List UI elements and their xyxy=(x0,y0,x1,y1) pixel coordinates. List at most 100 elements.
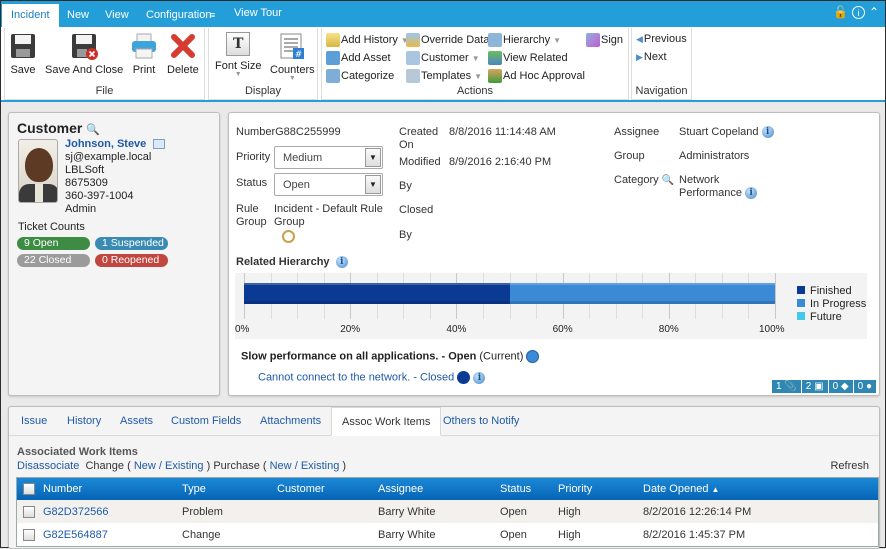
assignee-label: Assignee xyxy=(614,126,660,138)
search-icon[interactable]: 🔍 xyxy=(86,124,100,136)
next-arrow-icon: ▶ xyxy=(636,51,643,62)
menu-expand-icon[interactable]: ≡ xyxy=(208,4,217,27)
change-existing-link[interactable]: Existing xyxy=(165,460,204,472)
modified-label: Modified xyxy=(399,156,441,168)
tab-others-to-notify[interactable]: Others to Notify xyxy=(433,407,529,436)
category-link[interactable]: Category 🔍 xyxy=(614,174,674,187)
row-checkbox[interactable] xyxy=(23,528,35,541)
column-status[interactable]: Status xyxy=(500,483,558,495)
briefcase-icon: ▣ xyxy=(814,381,824,392)
purchase-new-link[interactable]: New xyxy=(270,460,292,472)
templates-button[interactable]: Templates ▼ xyxy=(406,69,482,83)
reopened-count-badge[interactable]: 0 Reopened xyxy=(95,254,168,267)
customer-button[interactable]: Customer ▼ xyxy=(406,51,480,65)
chart-gridline xyxy=(775,273,776,319)
rule-group-label: Rule Group xyxy=(236,203,267,228)
in-progress-status-dot xyxy=(526,350,540,363)
category-info-icon[interactable]: i xyxy=(745,187,758,200)
row-checkbox[interactable] xyxy=(23,505,35,518)
group-value: Administrators xyxy=(679,150,750,162)
add-history-button[interactable]: Add History ▼ xyxy=(326,33,409,47)
ad-hoc-approval-button[interactable]: Ad Hoc Approval xyxy=(488,69,585,83)
assets-counter[interactable]: 2 ▣ xyxy=(801,380,828,393)
created-on-value: 8/8/2016 11:14:48 AM xyxy=(449,126,556,138)
delete-button[interactable]: Delete xyxy=(167,32,199,76)
finished-status-dot xyxy=(457,371,471,384)
bar-segment-finished[interactable] xyxy=(244,283,510,304)
bar-segment-in-progress[interactable] xyxy=(509,283,775,304)
categorize-button[interactable]: Categorize xyxy=(326,69,394,83)
refresh-link[interactable]: Refresh xyxy=(830,460,869,473)
add-asset-button[interactable]: Add Asset xyxy=(326,51,391,65)
purchase-existing-link[interactable]: Existing xyxy=(301,460,340,472)
priority-select[interactable]: Medium ▼ xyxy=(274,146,383,169)
save-button[interactable]: Save xyxy=(9,32,37,76)
font-size-button[interactable]: T Font Size ▼ xyxy=(215,32,261,78)
info-icon[interactable]: i xyxy=(851,5,865,19)
customer-name-link[interactable]: Johnson, Steve xyxy=(65,138,146,150)
tab-attachments[interactable]: Attachments xyxy=(250,407,331,436)
tab-incident[interactable]: Incident xyxy=(2,4,59,27)
view-tour-link[interactable]: View Tour xyxy=(225,2,291,25)
counters-button[interactable]: # Counters ▼ xyxy=(270,32,315,82)
ribbon-toolbar: Save Save And Close Print Delete File T … xyxy=(1,27,885,102)
attachments-counter[interactable]: 1 📎 xyxy=(771,380,801,393)
closed-count-badge[interactable]: 22 Closed xyxy=(17,254,90,267)
assignee-value: Stuart Copeland i xyxy=(679,126,774,139)
sign-button[interactable]: Sign xyxy=(586,33,623,47)
work-item-number-link[interactable]: G82E564887 xyxy=(43,529,182,541)
chevron-down-icon: ▼ xyxy=(365,175,381,194)
tab-issue[interactable]: Issue xyxy=(11,407,57,436)
search-icon[interactable]: 🔍 xyxy=(662,175,674,186)
alarm-clock-icon[interactable] xyxy=(282,230,295,243)
related-info-icon[interactable]: i xyxy=(473,371,486,384)
column-priority[interactable]: Priority xyxy=(558,483,643,495)
next-button[interactable]: ▶ Next xyxy=(636,51,667,63)
table-row[interactable]: G82D372566 Problem Barry White Open High… xyxy=(17,500,878,523)
tab-custom-fields[interactable]: Custom Fields xyxy=(161,407,251,436)
tags-counter[interactable]: 0 ◆ xyxy=(828,380,853,393)
tab-assoc-work-items[interactable]: Assoc Work Items xyxy=(331,407,442,436)
x-tick-label: 40% xyxy=(446,324,467,335)
column-type[interactable]: Type xyxy=(182,483,277,495)
open-count-badge[interactable]: 9 Open xyxy=(17,237,90,250)
tab-view[interactable]: View xyxy=(96,4,138,27)
disassociate-link[interactable]: Disassociate xyxy=(17,460,79,472)
tab-history[interactable]: History xyxy=(57,407,111,436)
previous-button[interactable]: ◀ Previous xyxy=(636,33,687,45)
column-assignee[interactable]: Assignee xyxy=(378,483,500,495)
modified-value: 8/9/2016 2:16:40 PM xyxy=(449,156,552,168)
suspended-count-badge[interactable]: 1 Suspended xyxy=(95,237,168,250)
status-select[interactable]: Open ▼ xyxy=(274,173,383,196)
column-number[interactable]: Number xyxy=(43,483,182,495)
select-all-checkbox[interactable] xyxy=(23,483,35,495)
column-customer[interactable]: Customer xyxy=(277,483,378,495)
customer-company: LBLSoft xyxy=(65,164,105,176)
printer-icon xyxy=(132,33,156,59)
table-row[interactable]: G82E564887 Change Barry White Open High … xyxy=(17,523,878,546)
customer-card-icon xyxy=(406,51,420,65)
users-counter[interactable]: 0 ● xyxy=(853,380,876,393)
email-customer-icon[interactable] xyxy=(153,139,166,150)
override-data-button[interactable]: Override Data xyxy=(406,33,489,47)
x-tick-label: 60% xyxy=(552,324,573,335)
tab-new[interactable]: New xyxy=(58,4,98,27)
column-date-opened[interactable]: Date Opened ▲ xyxy=(643,483,878,495)
tab-assets[interactable]: Assets xyxy=(110,407,163,436)
collapse-ribbon-icon[interactable]: ⌃ xyxy=(869,5,879,19)
related-ticket-link[interactable]: Cannot connect to the network. - Closed xyxy=(258,371,454,383)
view-related-icon xyxy=(488,51,502,65)
change-new-link[interactable]: New xyxy=(134,460,156,472)
hierarchy-button[interactable]: Hierarchy ▼ xyxy=(488,33,561,47)
print-button[interactable]: Print xyxy=(130,32,158,76)
assignee-info-icon[interactable]: i xyxy=(761,126,774,139)
lock-icon[interactable]: 🔓 xyxy=(833,5,848,19)
rule-group-link[interactable]: Incident - Default Rule Group xyxy=(274,203,383,229)
counter-badges: 1 📎 2 ▣ 0 ◆ 0 ● xyxy=(771,380,876,393)
previous-arrow-icon: ◀ xyxy=(636,33,643,44)
hierarchy-info-icon[interactable]: i xyxy=(335,256,348,269)
status-label: Status xyxy=(236,177,268,189)
save-and-close-button[interactable]: Save And Close xyxy=(45,32,123,76)
work-item-number-link[interactable]: G82D372566 xyxy=(43,506,182,518)
view-related-button[interactable]: View Related xyxy=(488,51,568,65)
